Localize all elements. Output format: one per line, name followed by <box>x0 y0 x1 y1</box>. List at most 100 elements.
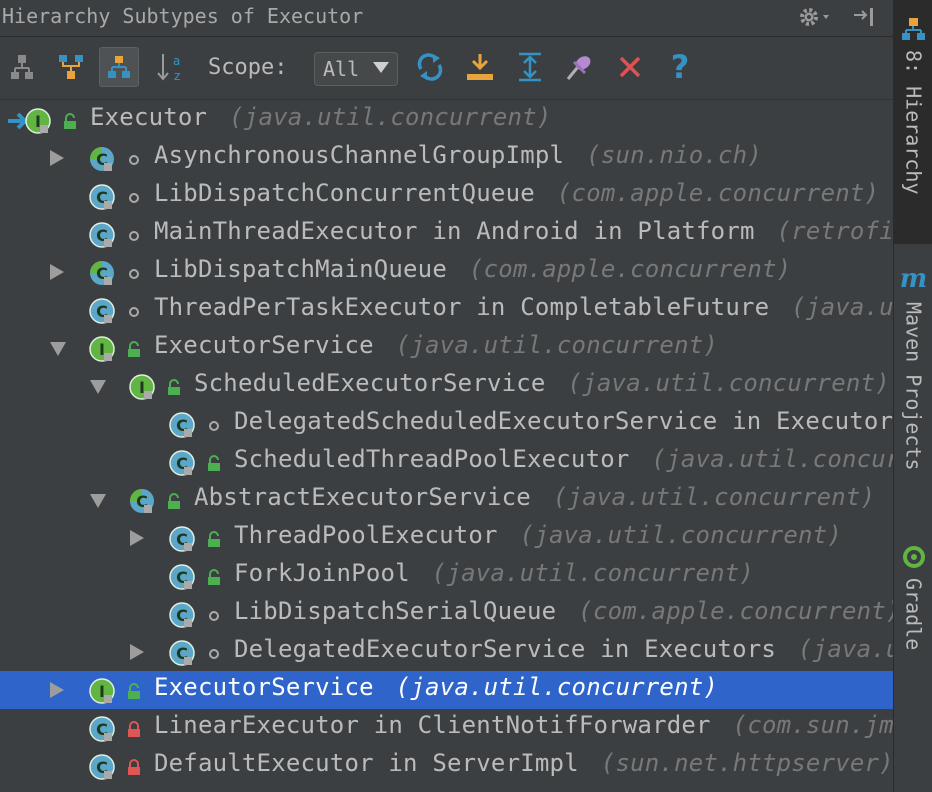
type-hierarchy-button[interactable] <box>2 47 42 87</box>
collapsed-arrow-icon[interactable] <box>50 264 64 280</box>
class-name: LibDispatchConcurrentQueue <box>154 179 535 207</box>
interface-icon: I <box>129 374 155 400</box>
scope-label: Scope: <box>208 55 288 80</box>
tab-maven-projects[interactable]: m Maven Projects <box>894 264 932 504</box>
tree-row[interactable]: C LibDispatchMainQueue (com.apple.concurre… <box>0 253 893 291</box>
private-lock-icon <box>128 721 140 737</box>
tree-item-label: ForkJoinPool (java.util.concurrent) <box>234 559 754 587</box>
collapsed-arrow-icon[interactable] <box>50 682 64 698</box>
pin-tab-button[interactable] <box>560 47 600 87</box>
class-icon: C <box>169 640 195 666</box>
interface-icon: I <box>89 336 115 362</box>
class-icon: C <box>89 754 115 780</box>
class-icon: C <box>89 716 115 742</box>
tree-row[interactable]: I Executor (java.util.concurrent) <box>0 101 893 139</box>
hierarchy-tree[interactable]: I Executor (java.util.concurrent) C Asynchro… <box>0 100 893 792</box>
tree-item-label: ThreadPoolExecutor (java.util.concurrent) <box>234 521 842 549</box>
package-name: (com.sun.jmx.remote.internal) <box>732 711 893 739</box>
tree-row[interactable]: C MainThreadExecutor in Android in Platfo… <box>0 215 893 253</box>
class-name: ExecutorService <box>154 673 374 701</box>
sort-az-icon: a z <box>157 54 180 83</box>
package-name: (java.util.concurrent) <box>229 103 552 131</box>
settings-gear-button[interactable] <box>797 2 833 32</box>
package-private-icon <box>129 269 139 279</box>
class-icon: C <box>169 450 195 476</box>
class-name: ThreadPoolExecutor <box>234 521 498 549</box>
hide-panel-button[interactable] <box>850 2 880 32</box>
scope-dropdown[interactable]: All <box>314 52 398 86</box>
export-download-icon <box>467 54 493 80</box>
tree-row[interactable]: C DelegatedScheduledExecutorService in Ex… <box>0 405 893 443</box>
public-unlock-icon <box>208 455 220 471</box>
export-to-text-button[interactable] <box>460 47 500 87</box>
expanded-arrow-icon[interactable] <box>90 380 106 394</box>
subtypes-hierarchy-button[interactable] <box>99 47 139 87</box>
class-name: ScheduledThreadPoolExecutor <box>234 445 630 473</box>
tree-row[interactable]: C ThreadPerTaskExecutor in CompletableFut… <box>0 291 893 329</box>
refresh-button[interactable] <box>410 47 450 87</box>
package-private-icon <box>209 649 219 659</box>
gear-icon <box>800 8 829 26</box>
package-name: (sun.nio.ch) <box>586 141 762 169</box>
tree-row[interactable]: C ForkJoinPool (java.util.concurrent) <box>0 557 893 595</box>
tree-row[interactable]: C DelegatedExecutorService in Executors (j… <box>0 633 893 671</box>
close-button[interactable] <box>610 47 650 87</box>
public-unlock-icon <box>168 379 180 395</box>
tree-row[interactable]: C AbstractExecutorService (java.util.concu… <box>0 481 893 519</box>
svg-text:a: a <box>173 54 180 68</box>
tree-row[interactable]: C LinearExecutor in ClientNotifForwarder (… <box>0 709 893 747</box>
tree-row[interactable]: C LibDispatchConcurrentQueue (com.apple.co… <box>0 177 893 215</box>
class-icon: C <box>169 564 195 590</box>
scope-value: All <box>323 57 360 81</box>
sort-alphabetically-button[interactable]: a z <box>152 47 192 87</box>
expanded-arrow-icon[interactable] <box>50 342 66 356</box>
package-private-icon <box>129 307 139 317</box>
tree-item-label: ScheduledExecutorService (java.util.concu… <box>194 369 890 397</box>
interface-icon: I <box>89 678 115 704</box>
package-private-icon <box>209 611 219 621</box>
tree-row[interactable]: C DefaultExecutor in ServerImpl (sun.net.h… <box>0 747 893 785</box>
tree-row[interactable]: C LibDispatchSerialQueue (com.apple.concur… <box>0 595 893 633</box>
class-name: MainThreadExecutor in Android in Platfor… <box>154 217 755 245</box>
expand-all-button[interactable] <box>510 47 550 87</box>
abstract-class-icon: C <box>130 489 154 513</box>
tree-row[interactable]: I ExecutorService (java.util.concurrent) <box>0 671 893 709</box>
package-private-icon <box>129 231 139 241</box>
class-name: ForkJoinPool <box>234 559 410 587</box>
expanded-arrow-icon[interactable] <box>90 494 106 508</box>
public-unlock-icon <box>64 113 76 129</box>
class-icon: C <box>89 222 115 248</box>
public-unlock-icon <box>128 341 140 357</box>
collapsed-arrow-icon[interactable] <box>130 530 144 546</box>
class-name: LinearExecutor in ClientNotifForwarder <box>154 711 711 739</box>
collapsed-arrow-icon[interactable] <box>50 150 64 166</box>
class-name: ExecutorService <box>154 331 374 359</box>
class-name: LibDispatchSerialQueue <box>234 597 557 625</box>
class-name: Executor <box>90 103 208 131</box>
collapsed-arrow-icon[interactable] <box>130 644 144 660</box>
class-icon: C <box>169 526 195 552</box>
class-name: ThreadPerTaskExecutor in CompletableFutu… <box>154 293 770 321</box>
tree-row[interactable]: I ScheduledExecutorService (java.util.conc… <box>0 367 893 405</box>
tree-item-label: ExecutorService (java.util.concurrent) <box>154 331 718 359</box>
class-name: LibDispatchMainQueue <box>154 255 447 283</box>
class-name: DefaultExecutor in ServerImpl <box>154 749 579 777</box>
svg-text:z: z <box>174 69 180 83</box>
package-name: (java.util.concurrent) <box>791 293 893 321</box>
public-unlock-icon <box>208 569 220 585</box>
tab-hierarchy[interactable]: 8: Hierarchy <box>894 0 932 244</box>
supertypes-hierarchy-button[interactable] <box>51 47 91 87</box>
gradle-icon <box>902 546 925 568</box>
tree-item-label: AbstractExecutorService (java.util.concur… <box>194 483 875 511</box>
interface-icon: I <box>25 108 51 134</box>
tab-gradle[interactable]: Gradle <box>894 544 932 674</box>
help-button[interactable]: ? <box>660 47 700 87</box>
tree-row[interactable]: I ExecutorService (java.util.concurrent) <box>0 329 893 367</box>
expand-all-icon <box>519 52 541 82</box>
class-name: AsynchronousChannelGroupImpl <box>154 141 565 169</box>
tree-row[interactable]: C ScheduledThreadPoolExecutor (java.util.c… <box>0 443 893 481</box>
package-name: (com.apple.concurrent) <box>556 179 880 207</box>
tree-row[interactable]: C AsynchronousChannelGroupImpl (sun.nio.ch… <box>0 139 893 177</box>
tree-item-label: Executor (java.util.concurrent) <box>90 103 552 131</box>
tree-row[interactable]: C ThreadPoolExecutor (java.util.concurrent… <box>0 519 893 557</box>
